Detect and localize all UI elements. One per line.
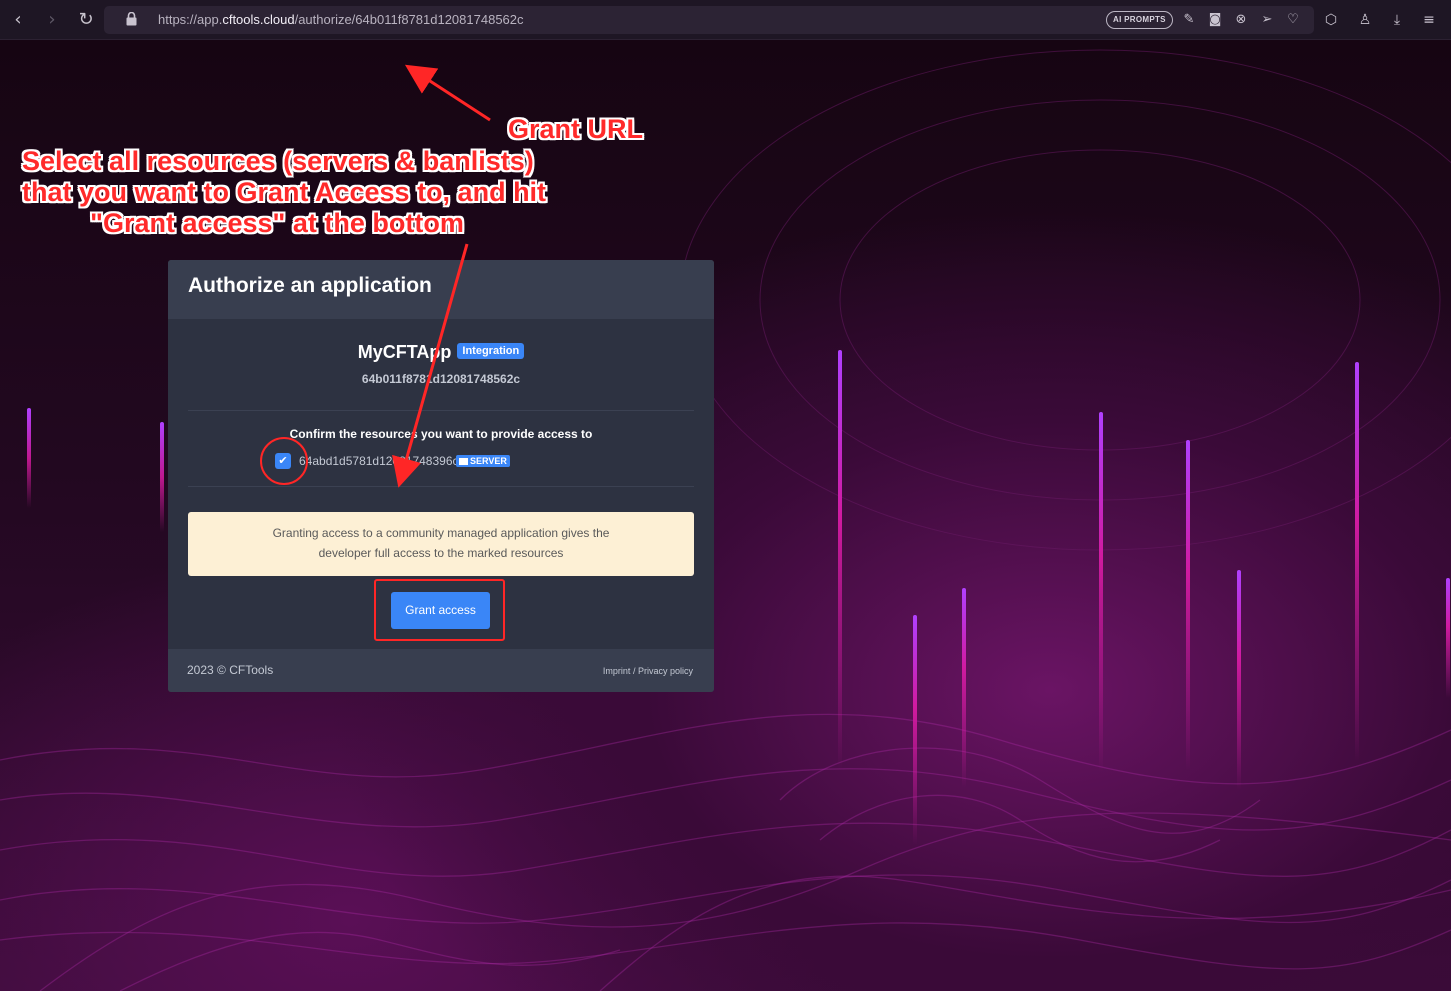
annotation-arrows: [392, 64, 491, 488]
arrow-to-url: [404, 64, 491, 122]
arrow-to-checkbox: [392, 243, 469, 488]
